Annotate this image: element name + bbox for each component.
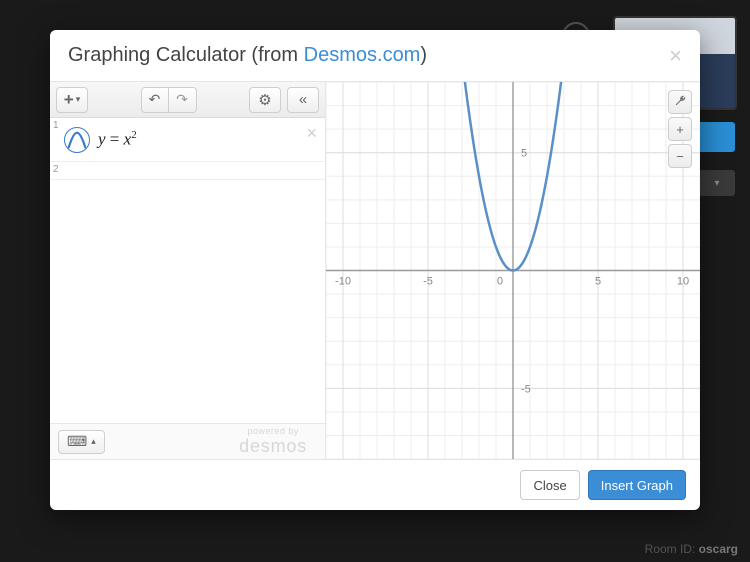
insert-graph-button[interactable]: Insert Graph (588, 470, 686, 500)
svg-text:0: 0 (497, 276, 503, 288)
graph-settings-button[interactable] (668, 90, 692, 114)
room-id-value: oscarg (699, 542, 738, 556)
expression-color-icon[interactable] (64, 127, 90, 153)
modal-title-suffix: ) (420, 44, 427, 66)
bg-blue-button[interactable] (695, 122, 735, 152)
graph-area[interactable]: + − -10 -5 0 5 10 -5 5 (326, 82, 700, 459)
gear-icon: ⚙ (258, 91, 271, 109)
expression-index: 2 (53, 164, 59, 175)
zoom-in-button[interactable]: + (668, 117, 692, 141)
chevron-up-icon: ▴ (91, 436, 96, 447)
plus-icon: + (64, 90, 74, 110)
expression-list: 1 × y = x2 2 (50, 118, 325, 423)
room-id-label: Room ID: oscarg (645, 542, 738, 556)
add-expression-button[interactable]: + ▾ (56, 87, 88, 113)
plus-icon: + (676, 122, 684, 137)
desmos-link[interactable]: Desmos.com (304, 44, 421, 66)
desmos-brand: desmos (239, 437, 307, 457)
powered-by-desmos: powered by desmos (239, 427, 317, 457)
modal-header: Graphing Calculator (from Desmos.com) × (50, 30, 700, 82)
undo-redo-group: ↶ ↷ (141, 87, 197, 113)
svg-text:-10: -10 (335, 276, 351, 288)
expression-index: 1 (53, 120, 59, 131)
wrench-icon (674, 94, 687, 110)
graphing-calculator-modal: Graphing Calculator (from Desmos.com) × … (50, 30, 700, 510)
close-button[interactable]: Close (520, 470, 579, 500)
modal-title: Graphing Calculator (from Desmos.com) (68, 44, 427, 67)
chevron-left-double-icon: « (299, 91, 307, 108)
bg-dropdown[interactable]: ▾ (699, 170, 735, 196)
collapse-panel-button[interactable]: « (287, 87, 319, 113)
minus-icon: − (676, 149, 684, 164)
svg-text:-5: -5 (521, 383, 531, 395)
keyboard-toggle-button[interactable]: ⌨ ▴ (58, 430, 105, 454)
room-id-text: Room ID: (645, 542, 696, 556)
settings-button[interactable]: ⚙ (249, 87, 281, 113)
modal-body: + ▾ ↶ ↷ ⚙ « 1 × (50, 82, 700, 459)
undo-button[interactable]: ↶ (141, 87, 169, 113)
svg-text:5: 5 (595, 276, 601, 288)
keyboard-icon: ⌨ (67, 433, 87, 450)
graph-tools: + − (668, 90, 692, 168)
redo-button[interactable]: ↷ (169, 87, 197, 113)
expression-formula[interactable]: y = x2 (98, 129, 137, 150)
svg-text:5: 5 (521, 148, 527, 160)
modal-footer: Close Insert Graph (50, 459, 700, 510)
modal-close-button[interactable]: × (669, 45, 682, 67)
chevron-down-icon: ▾ (76, 94, 81, 105)
expression-toolbar: + ▾ ↶ ↷ ⚙ « (50, 82, 325, 118)
graph-canvas: -10 -5 0 5 10 -5 5 (326, 82, 700, 459)
modal-title-prefix: Graphing Calculator (from (68, 44, 304, 66)
zoom-out-button[interactable]: − (668, 144, 692, 168)
expression-panel: + ▾ ↶ ↷ ⚙ « 1 × (50, 82, 326, 459)
svg-text:10: 10 (677, 276, 689, 288)
delete-expression-button[interactable]: × (306, 124, 317, 142)
expression-row[interactable]: 2 (50, 162, 325, 180)
expression-row[interactable]: 1 × y = x2 (50, 118, 325, 162)
keyboard-row: ⌨ ▴ powered by desmos (50, 423, 325, 459)
svg-text:-5: -5 (423, 276, 433, 288)
